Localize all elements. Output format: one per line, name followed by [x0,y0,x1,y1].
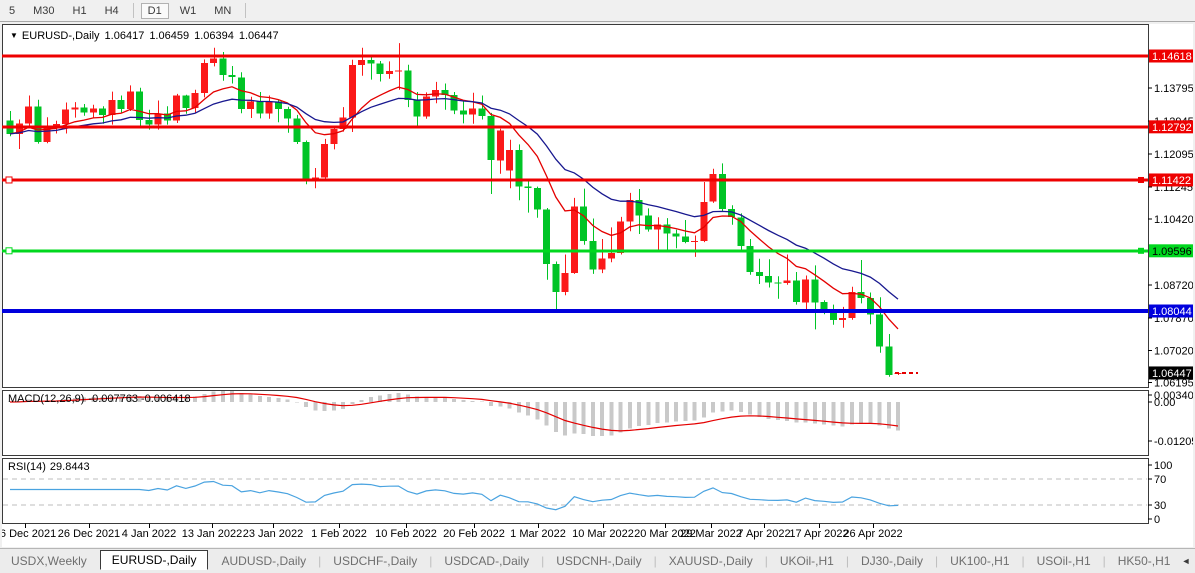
chart-title: ▼ EURUSD-,Daily 1.06417 1.06459 1.06394 1.064… [10,30,279,42]
ohlc-close: 1.06447 [239,30,279,42]
price-badge-label: 1.12792 [1152,122,1192,134]
rsi-axis-label: 70 [1154,474,1166,486]
timeframe-button-m30[interactable]: M30 [26,3,61,19]
tab-usdcad-daily[interactable]: USDCAD-,Daily [433,552,540,570]
timeframe-button-h4[interactable]: H4 [98,3,126,19]
macd-axis-label: 0.00 [1154,397,1175,409]
macd-indicator-label: MACD(12,26,9) -0.007763 -0.006418 [8,393,191,405]
rsi-indicator-label: RSI(14) 29.8443 [8,461,90,473]
price-axis-label: 1.08720 [1154,280,1193,292]
price-badge-label: 1.11422 [1152,175,1191,187]
tab-usdchf-daily[interactable]: USDCHF-,Daily [322,552,428,570]
tab-xauusd-daily[interactable]: XAUUSD-,Daily [658,552,764,570]
price-chart-svg[interactable]: 1.137951.129451.120951.112451.104201.087… [2,24,1193,547]
date-axis-label: 4 Jan 2022 [122,528,176,540]
price-axis-label: 1.07020 [1154,346,1193,358]
date-axis-label: 20 Feb 2022 [443,528,505,540]
macd-axis-label: -0.012058 [1154,436,1193,448]
date-axis-label: 10 Mar 2022 [572,528,634,540]
chart-window[interactable]: ▼ EURUSD-,Daily 1.06417 1.06459 1.06394 1.064… [2,24,1193,547]
rsi-axis-label: 100 [1154,460,1172,472]
rsi-axis-label: 30 [1154,500,1166,512]
price-badge-label: 1.14618 [1152,51,1192,63]
date-axis-label: 10 Feb 2022 [375,528,437,540]
timeframe-button-mn[interactable]: MN [207,3,238,19]
date-axis-label: 29 Mar 2022 [680,528,742,540]
price-badge-label: 1.08044 [1152,306,1192,318]
tab-usdcnh-daily[interactable]: USDCNH-,Daily [545,552,652,570]
tab-usdx-weekly[interactable]: USDX,Weekly [0,552,98,570]
date-axis-label: 13 Jan 2022 [182,528,243,540]
line-handle[interactable] [6,248,12,254]
line-handle[interactable] [6,177,12,183]
toolbar-separator [245,3,246,18]
symbol-dropdown-icon[interactable]: ▼ [10,31,18,40]
tab-hk50-h1[interactable]: HK50-,H1 [1107,552,1182,570]
tab-ukoil-h1[interactable]: UKOil-,H1 [769,552,845,570]
timeframe-button-d1[interactable]: D1 [141,3,169,19]
date-axis-label: 17 Apr 2022 [789,528,848,540]
tab-scroll-left-icon[interactable]: ◄ [1181,556,1190,566]
macd-name: MACD(12,26,9) [8,393,84,405]
current-price-label: 1.06447 [1152,368,1192,380]
tab-scroll-buttons: ◄► [1181,556,1195,566]
chart-symbol-label: EURUSD-,Daily [22,30,100,42]
date-axis-label: 7 Apr 2022 [737,528,790,540]
toolbar-separator [133,3,134,18]
date-axis-label: 16 Dec 2021 [2,528,56,540]
date-axis-label: 1 Feb 2022 [311,528,367,540]
ohlc-open: 1.06417 [105,30,145,42]
price-axis-label: 1.13795 [1154,83,1193,95]
date-axis-label: 26 Apr 2022 [843,528,902,540]
chart-tabs-bar: USDX,WeeklyEURUSD-,DailyAUDUSD-,Daily|US… [0,548,1195,573]
rsi-current-value: 29.8443 [50,461,90,473]
timeframe-button-w1[interactable]: W1 [173,3,204,19]
rsi-axis-label: 0 [1154,514,1160,526]
price-axis-label: 1.12095 [1154,149,1193,161]
rsi-name: RSI(14) [8,461,46,473]
macd-current-values: -0.007763 -0.006418 [88,393,190,405]
price-axis-label: 1.10420 [1154,214,1193,226]
date-axis-label: 26 Dec 2021 [58,528,120,540]
tab-usoil-h1[interactable]: USOil-,H1 [1026,552,1102,570]
date-axis-label: 23 Jan 2022 [243,528,304,540]
ohlc-low: 1.06394 [194,30,234,42]
line-handle[interactable] [1138,177,1144,183]
tab-audusd-daily[interactable]: AUDUSD-,Daily [210,552,317,570]
timeframe-button-5[interactable]: 5 [2,3,22,19]
timeframe-button-h1[interactable]: H1 [66,3,94,19]
main-chart-pane[interactable] [3,25,1149,388]
tab-uk100-h1[interactable]: UK100-,H1 [939,552,1020,570]
timeframe-toolbar: 5M30 H1H4 D1W1MN [0,0,1195,22]
tab-dj30-daily[interactable]: DJ30-,Daily [850,552,934,570]
line-handle[interactable] [1138,248,1144,254]
price-badge-label: 1.09596 [1152,246,1192,258]
tab-eurusd-daily[interactable]: EURUSD-,Daily [100,550,209,570]
rsi-pane[interactable] [3,459,1149,524]
ohlc-high: 1.06459 [149,30,189,42]
date-axis-label: 1 Mar 2022 [510,528,566,540]
